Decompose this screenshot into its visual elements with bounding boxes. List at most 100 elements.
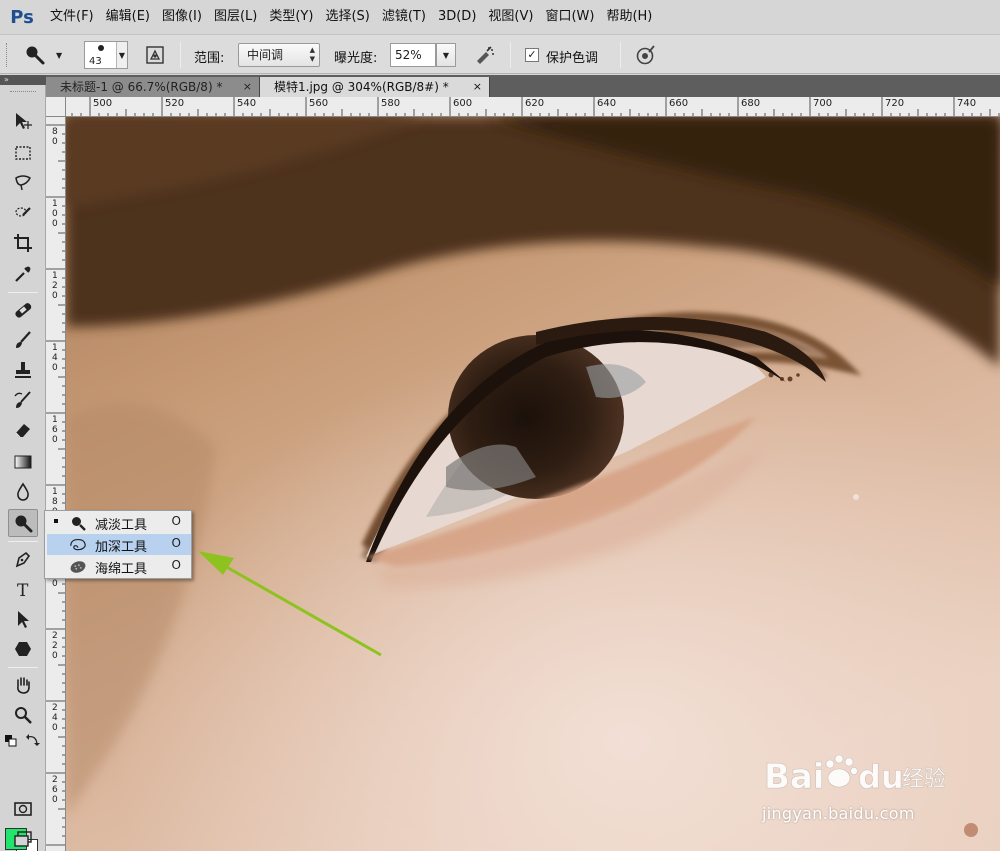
type-icon: T [17,581,29,599]
lasso-icon [15,175,31,191]
vertical-ruler[interactable]: 80100120140160180200220240260 [46,117,66,851]
divider [510,42,511,68]
menu-layer[interactable]: 图层(L) [208,0,263,34]
photoshop-logo: Ps [10,6,34,28]
brush-tool[interactable] [8,326,38,354]
default-colors-button[interactable] [5,735,17,747]
path-selection-icon [18,611,29,628]
exposure-input[interactable]: 52% [390,43,436,67]
photo-eye-closeup [66,117,1000,851]
chevron-down-icon: ▼ [116,42,127,68]
protect-tones-checkbox[interactable]: ✓ [525,48,539,62]
document-tabs: 未标题-1 @ 66.7%(RGB/8) * × 模特1.jpg @ 304%(… [46,75,1000,97]
screen-mode-button[interactable] [8,825,38,851]
swap-colors-button[interactable] [26,733,40,747]
menu-3d[interactable]: 3D(D) [432,0,482,34]
eraser-tool[interactable] [8,416,38,444]
flyout-item-dodge[interactable]: 减淡工具 O [47,512,191,533]
document-canvas[interactable] [66,117,1000,851]
updown-icon: ▲ ▼ [309,46,315,63]
shape-tool[interactable] [8,635,38,663]
flyout-item-burn[interactable]: 加深工具 O [47,534,191,555]
flyout-item-label: 减淡工具 [95,518,148,533]
svg-text:经验: 经验 [902,767,946,792]
tool-flyout-menu: 减淡工具 O 加深工具 O 海绵工具 O [44,510,192,579]
options-bar: ▼ 43 ▼ 范围: 中间调 ▲ ▼ 曝光度: 52% ▼ ✓ 保护色调 [0,34,1000,74]
flyout-item-sponge[interactable]: 海绵工具 O [47,556,191,577]
ruler-h-label: 680 [741,98,761,109]
exposure-label: 曝光度: [334,51,378,66]
menu-view[interactable]: 视图(V) [482,0,539,34]
move-icon [16,113,32,129]
tools-panel: » T [0,75,46,851]
menu-image[interactable]: 图像(I) [156,0,208,34]
pressure-icon [636,45,655,65]
baidu-logo: Bai du 经验 [764,754,946,797]
ruler-origin[interactable] [46,97,66,117]
divider [8,292,38,293]
menu-window[interactable]: 窗口(W) [539,0,600,34]
ruler-h-label: 560 [309,98,329,109]
pressure-size-button[interactable] [632,43,658,67]
airbrush-button[interactable] [472,43,498,67]
tool-preset-picker[interactable]: ▼ [24,43,72,67]
baidu-jingyan-watermark: Bai du 经验 jingyan.baidu.com [762,742,952,832]
bandage-icon [15,303,32,318]
svg-text:T: T [17,581,29,599]
flyout-item-shortcut: O [171,536,181,550]
selected-bullet-icon [54,519,58,523]
zoom-tool[interactable] [8,701,38,729]
brush-panel-button[interactable] [142,43,168,67]
svg-text:du: du [858,758,904,796]
close-icon[interactable]: × [473,77,482,97]
quick-selection-icon [15,207,31,217]
menu-select[interactable]: 选择(S) [319,0,375,34]
tab-untitled-1[interactable]: 未标题-1 @ 66.7%(RGB/8) * × [46,77,260,97]
eyedropper-tool[interactable] [8,260,38,288]
ruler-h-label: 640 [597,98,617,109]
tools-panel-grip[interactable] [10,91,36,94]
hand-tool[interactable] [8,671,38,699]
menu-help[interactable]: 帮助(H) [600,0,658,34]
type-tool[interactable]: T [8,575,38,603]
range-select[interactable]: 中间调 ▲ ▼ [238,43,320,67]
gradient-tool[interactable] [8,448,38,476]
move-tool[interactable] [8,107,38,135]
brush-icon [16,331,31,348]
blur-tool[interactable] [8,478,38,506]
crop-icon [14,234,32,252]
path-selection-tool[interactable] [8,605,38,633]
crop-tool[interactable] [8,229,38,257]
tools-panel-header[interactable]: » [0,75,46,85]
menu-file[interactable]: 文件(F) [44,0,100,34]
marquee-tool[interactable] [8,139,38,167]
lasso-tool[interactable] [8,169,38,197]
tab-model1-jpg[interactable]: 模特1.jpg @ 304%(RGB/8#) * × [260,77,490,97]
history-brush-tool[interactable] [8,386,38,414]
svg-text:Bai: Bai [764,757,825,797]
marquee-icon [15,146,31,160]
horizontal-ruler[interactable]: 500 520 540 560 580 600 620 640 660 680 700 720 740 [66,97,1000,117]
range-label: 范围: [194,51,225,66]
hexagon-icon [15,642,31,656]
close-icon[interactable]: × [243,77,252,97]
ruler-h-label: 540 [237,98,257,109]
dodge-tool[interactable] [8,509,38,537]
pen-tool[interactable] [8,545,38,573]
ruler-v-label: 260 [52,775,58,805]
quick-mask-button[interactable] [8,795,38,823]
exposure-slider-button[interactable]: ▼ [436,43,456,67]
dodge-icon [15,515,33,533]
menu-edit[interactable]: 编辑(E) [100,0,156,34]
divider [620,42,621,68]
menu-filter[interactable]: 滤镜(T) [376,0,432,34]
gradient-icon [14,455,32,469]
quick-selection-tool[interactable] [8,199,38,227]
healing-brush-tool[interactable] [8,296,38,324]
menu-type[interactable]: 类型(Y) [263,0,319,34]
magnifier-icon [15,707,32,724]
brush-preset-picker[interactable]: 43 ▼ [84,41,128,69]
clone-stamp-tool[interactable] [8,356,38,384]
options-bar-grip[interactable] [6,43,10,67]
history-brush-icon [14,391,31,408]
